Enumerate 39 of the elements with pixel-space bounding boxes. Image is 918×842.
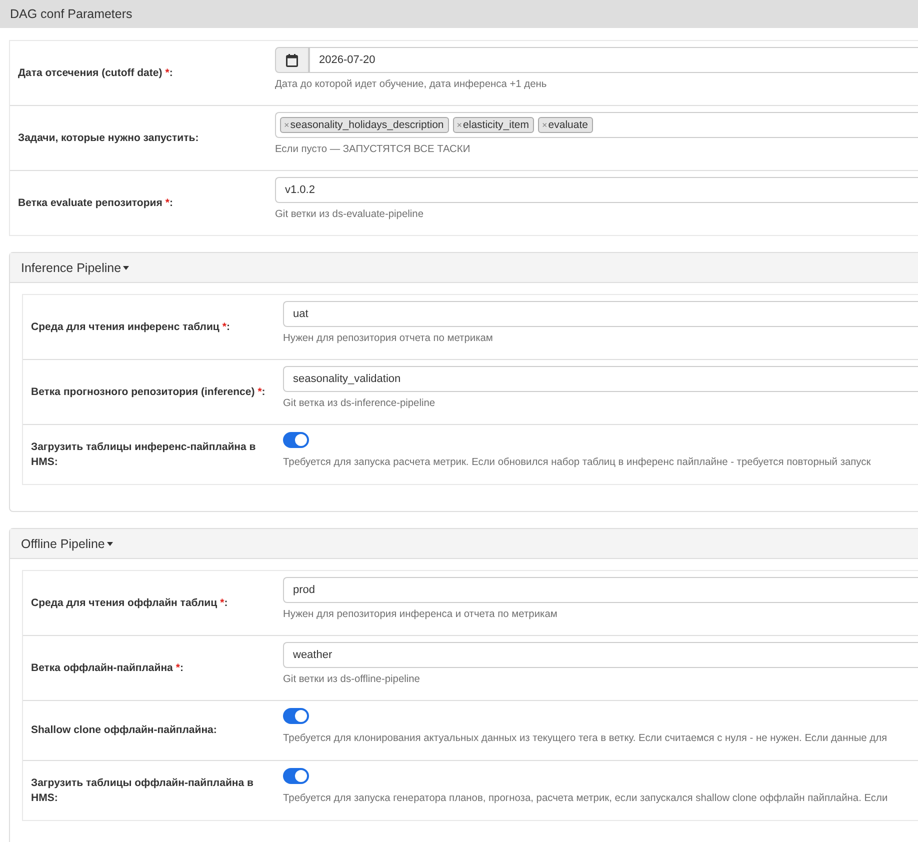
- field-label: Загрузить таблицы оффлайн-пайплайна в HMS:: [31, 776, 254, 806]
- help-text: Требуется для запуска генератора планов, прогноза, расчета метрик, если запускался shallow clone оффлайн пайплайна. Если: [283, 792, 889, 806]
- field-label: Ветка прогнозного репозитория (inference) *:: [31, 384, 266, 400]
- text-field[interactable]: weather: [283, 642, 918, 668]
- help-text: Дата до которой идет обучение, дата инференса +1 день: [275, 78, 548, 92]
- tag-label: elasticity_item: [463, 118, 529, 132]
- caret-icon: [106, 542, 113, 546]
- field-label: Ветка оффлайн-пайплайна *:: [31, 660, 184, 676]
- field-label: Ветка evaluate репозитория *:: [18, 196, 173, 210]
- text-field[interactable]: uat: [283, 301, 918, 327]
- field-label: Среда для чтения оффлайн таблиц *:: [31, 596, 228, 610]
- help-text: Git ветки из ds-evaluate-pipeline: [275, 208, 424, 222]
- toggle-switch[interactable]: [283, 768, 309, 784]
- caret-icon: [123, 266, 130, 270]
- field-label: Задачи, которые нужно запустить:: [18, 130, 199, 146]
- field-label: Shallow clone оффлайн-пайплайна:: [31, 723, 217, 738]
- field-label: Среда для чтения инференс таблиц *:: [31, 320, 230, 334]
- help-text: Нужен для репозитория отчета по метрикам: [283, 332, 494, 346]
- calendar-icon: [286, 54, 298, 66]
- field-label: Дата отсечения (cutoff date) *:: [18, 66, 173, 80]
- text-field[interactable]: v1.0.2: [275, 177, 918, 203]
- tag-label: seasonality_holidays_description: [290, 118, 444, 132]
- panel-toggle[interactable]: Offline Pipeline: [21, 536, 113, 550]
- calendar-button[interactable]: [275, 47, 309, 73]
- help-text: Git ветка из ds-inference-pipeline: [283, 397, 436, 411]
- help-text: Требуется для клонирования актуальных данных из текущего тега в ветку. Если считаемся с нуля - не нужен. Если данные для: [283, 732, 888, 746]
- section-header: DAG conf Parameters: [0, 0, 918, 28]
- help-text: Git ветки из ds-offline-pipeline: [283, 673, 421, 687]
- panel-toggle[interactable]: Inference Pipeline: [21, 260, 130, 274]
- help-text: Нужен для репозитория инференса и отчета по метрикам: [283, 608, 558, 622]
- date-field[interactable]: 2026-07-20: [309, 47, 918, 73]
- toggle-switch[interactable]: [283, 432, 309, 448]
- help-text: Если пусто — ЗАПУСТЯТСЯ ВСЕ ТАСКИ: [275, 143, 472, 157]
- help-text: Требуется для запуска расчета метрик. Если обновился набор таблиц в инференс пайплайне - требуется повторный запуск: [283, 456, 872, 470]
- field-label: Загрузить таблицы инференс-пайплайна в HMS:: [31, 440, 257, 470]
- text-field[interactable]: prod: [283, 577, 918, 603]
- text-field[interactable]: seasonality_validation: [283, 366, 918, 392]
- toggle-switch[interactable]: [283, 708, 309, 724]
- tag-label: evaluate: [548, 118, 588, 132]
